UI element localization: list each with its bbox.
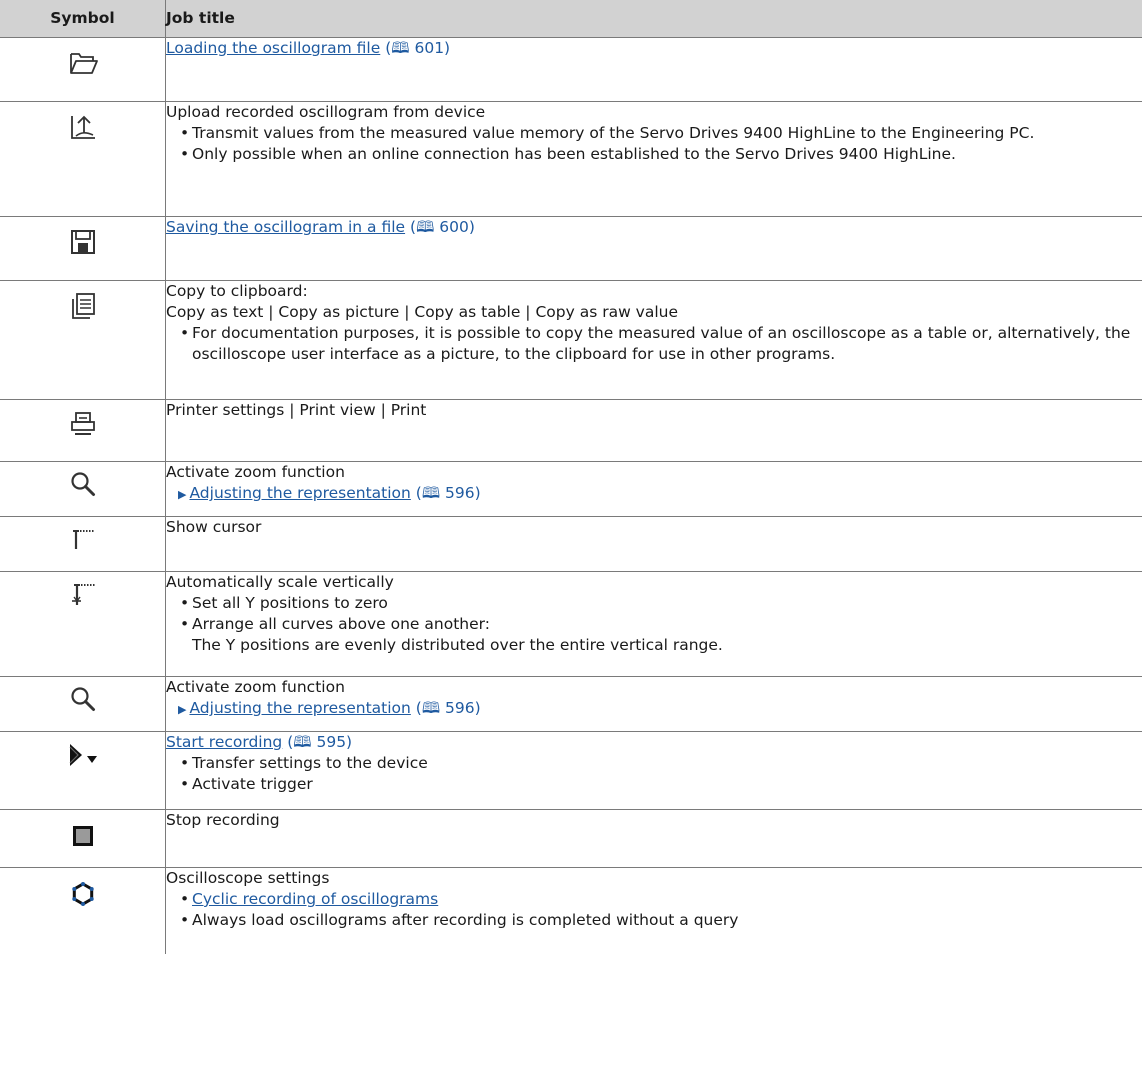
bullet-list: Transfer settings to the device Activate… [166,753,1142,795]
bullet-list: Set all Y positions to zero Arrange all … [166,593,1142,635]
row-title: Upload recorded oscillogram from device [166,103,486,121]
table-row: Start recording (🕮 595) Transfer setting… [0,731,1142,810]
row-title: Oscilloscope settings [166,869,330,887]
table-row: Activate zoom function ▶ Adjusting the re… [0,676,1142,732]
table-row: Printer settings | Print view | Print [0,399,1142,462]
copy-icon[interactable] [67,290,99,322]
link-saving-oscillogram[interactable]: Saving the oscillogram in a file [166,218,405,236]
table-row: Oscilloscope settings Cyclic recording o… [0,867,1142,954]
table-row: Saving the oscillogram in a file (🕮 600) [0,216,1142,281]
table-row: Upload recorded oscillogram from device … [0,101,1142,217]
page-ref: (🕮 601) [385,39,451,57]
triangle-right-icon: ▶ [178,703,187,716]
row-title: Copy to clipboard: [166,282,308,300]
table-row: Loading the oscillogram file (🕮 601) [0,37,1142,102]
list-item: Transmit values from the measured value … [180,123,1142,144]
page-ref: (🕮 595) [287,733,353,751]
settings-icon[interactable] [67,878,99,910]
stop-icon[interactable] [67,822,99,854]
row-title: Printer settings | Print view | Print [166,401,427,419]
list-item: Activate trigger [180,774,1142,795]
link-start-recording[interactable]: Start recording [166,733,282,751]
header-row: Symbol Job title [0,0,1142,38]
upload-icon[interactable] [67,111,99,143]
save-icon[interactable] [67,226,99,258]
page-ref: (🕮 596) [415,699,481,717]
link-adjusting-representation[interactable]: Adjusting the representation [189,699,410,717]
table-row: Show cursor [0,516,1142,572]
sub-text: The Y positions are evenly distributed o… [192,636,723,654]
bullet-list: For documentation purposes, it is possib… [166,323,1142,365]
list-item: Set all Y positions to zero [180,593,1142,614]
page-ref: (🕮 596) [415,484,481,502]
row-title: Activate zoom function [166,463,345,481]
start-recording-icon[interactable] [63,740,103,772]
table-row: Activate zoom function ▶ Adjusting the re… [0,461,1142,517]
magnifier-icon[interactable] [67,683,99,715]
printer-icon[interactable] [67,409,99,441]
page-ref: (🕮 600) [410,218,475,236]
table-row: Stop recording [0,809,1142,868]
table-row: Automatically scale vertically Set all Y… [0,571,1142,677]
folder-open-icon[interactable] [67,47,99,79]
bullet-list: Transmit values from the measured value … [166,123,1142,165]
link-adjusting-representation[interactable]: Adjusting the representation [189,484,410,502]
row-title: Automatically scale vertically [166,573,394,591]
copy-options: Copy as text | Copy as picture | Copy as… [166,303,679,321]
cursor-icon[interactable] [67,523,99,555]
list-item: Only possible when an online connection … [180,144,1142,165]
row-title: Activate zoom function [166,678,345,696]
list-item: Arrange all curves above one another: [180,614,1142,635]
bullet-list: Cyclic recording of oscillograms Always … [166,889,1142,931]
table-row: Copy to clipboard: Copy as text | Copy a… [0,280,1142,400]
header-job-title: Job title [165,0,1142,38]
link-loading-oscillogram[interactable]: Loading the oscillogram file [166,39,380,57]
row-title: Show cursor [166,518,262,536]
list-item: Transfer settings to the device [180,753,1142,774]
list-item: For documentation purposes, it is possib… [180,323,1142,365]
symbol-table: Symbol Job title Loading the oscillogram… [0,0,1142,954]
link-cyclic-recording[interactable]: Cyclic recording of oscillograms [192,890,438,908]
row-title: Stop recording [166,811,280,829]
triangle-right-icon: ▶ [178,488,187,501]
list-item: Always load oscillograms after recording… [180,910,1142,931]
magnifier-icon[interactable] [67,468,99,500]
header-symbol: Symbol [0,0,166,38]
auto-scale-icon[interactable] [67,578,99,610]
